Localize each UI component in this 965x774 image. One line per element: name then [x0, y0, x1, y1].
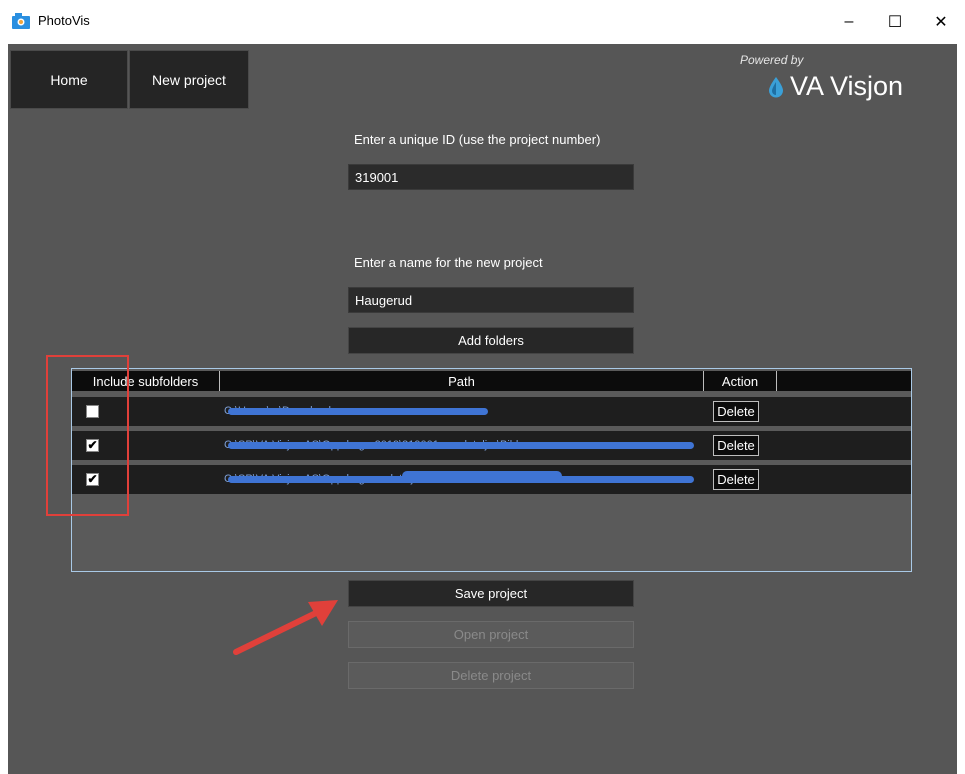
annotation-highlight-box	[46, 355, 129, 516]
redaction-mark	[228, 442, 694, 449]
add-folders-button[interactable]: Add folders	[348, 327, 634, 354]
water-drop-icon	[769, 76, 783, 97]
save-project-button[interactable]: Save project	[348, 580, 634, 607]
grid-header: Include subfolders Path Action	[72, 371, 911, 391]
redaction-mark	[402, 471, 562, 481]
close-button[interactable]: ✕	[918, 0, 964, 44]
annotation-arrow-icon	[233, 600, 338, 655]
project-id-label: Enter a unique ID (use the project numbe…	[354, 132, 601, 147]
project-name-input[interactable]: Haugerud	[348, 287, 634, 313]
window-titlebar: PhotoVis – ☐ ✕	[0, 0, 965, 44]
redaction-mark	[228, 408, 488, 415]
delete-folder-button[interactable]: Delete	[713, 469, 759, 490]
column-header-path[interactable]: Path	[220, 371, 704, 391]
window-title: PhotoVis	[38, 13, 90, 28]
open-project-button[interactable]: Open project	[348, 621, 634, 648]
column-header-action[interactable]: Action	[704, 371, 777, 391]
delete-project-button[interactable]: Delete project	[348, 662, 634, 689]
column-header-filler	[777, 371, 911, 391]
table-row: ✔ C:\SP\VA Visjon AS\Oppdrag - ... detal…	[72, 465, 911, 494]
powered-by-label: Powered by	[740, 53, 804, 67]
app-content: Home New project Powered by VA Visjon En…	[8, 44, 957, 774]
delete-folder-button[interactable]: Delete	[713, 401, 759, 422]
maximize-button[interactable]: ☐	[872, 0, 918, 44]
table-row: C:\Users\...\Downloads Delete	[72, 397, 911, 426]
delete-folder-button[interactable]: Delete	[713, 435, 759, 456]
minimize-button[interactable]: –	[826, 0, 872, 44]
photovis-app-icon	[12, 13, 30, 29]
project-name-label: Enter a name for the new project	[354, 255, 543, 270]
brand-logo: VA Visjon	[768, 71, 903, 102]
brand-name: VA Visjon	[790, 71, 904, 101]
home-button[interactable]: Home	[10, 50, 128, 109]
folders-grid: Include subfolders Path Action C:\Users\…	[71, 368, 912, 572]
new-project-button[interactable]: New project	[129, 50, 249, 109]
table-row: ✔ C:\SP\VA Visjon AS\Oppdrag - 2019\3190…	[72, 431, 911, 460]
project-id-input[interactable]: 319001	[348, 164, 634, 190]
